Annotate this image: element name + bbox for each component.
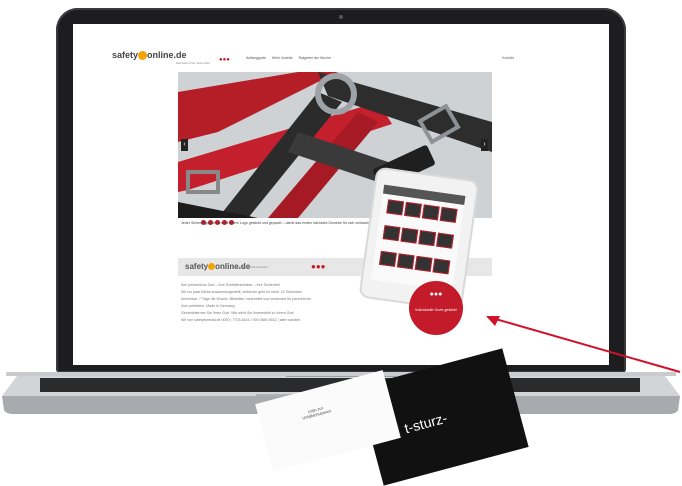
product-thumb[interactable] (400, 227, 419, 244)
site-logo[interactable]: safety online.de (112, 50, 187, 61)
webcam-icon (339, 15, 343, 19)
nav-item-ratgeber[interactable]: Ratgeber der Woche (299, 56, 331, 60)
product-thumb[interactable] (421, 204, 440, 221)
hero-next-button[interactable]: › (481, 139, 488, 151)
site-badge: ●●● (219, 57, 230, 63)
nav-item-vorteile[interactable]: Mehr Vorteile (272, 56, 293, 60)
body-line: Zum perfekten. Made in Germany. (181, 304, 236, 308)
band-badge: ●●● (311, 262, 326, 271)
site-tagline: Mehrwert Ihrer Sicherheit (176, 61, 210, 65)
product-thumb[interactable] (404, 201, 422, 218)
product-thumb[interactable] (379, 250, 397, 267)
logo-dot-icon (138, 51, 148, 61)
product-thumb[interactable] (436, 232, 454, 249)
site-logo-text: safety (112, 50, 139, 60)
product-thumb[interactable] (432, 258, 451, 275)
seal-icons: ●●● (429, 291, 443, 298)
site-logo-domain: online.de (147, 50, 187, 60)
nav-item-kontakt[interactable]: Kontakt (502, 56, 514, 60)
band-tagline: Besser Sicherheit beruflich (232, 265, 268, 269)
body-line: Gesamthiermer Sie Ihren Gurt. Wie sieht … (181, 311, 294, 315)
product-thumb[interactable] (414, 255, 433, 272)
hero-prev-button[interactable]: ‹ (181, 139, 188, 151)
product-thumb[interactable] (439, 206, 458, 223)
band-logo-text: safety (185, 262, 209, 271)
site-nav: Auffanggurte Mehr Vorteile Ratgeber der … (246, 56, 336, 60)
product-thumb[interactable] (386, 199, 405, 216)
product-thumb[interactable] (382, 225, 401, 242)
nav-item-auffanggurte[interactable]: Auffanggurte (246, 56, 266, 60)
red-arrow-icon (486, 316, 681, 373)
product-thumb[interactable] (418, 230, 437, 247)
quality-seal: ●●● Individuelle Gurte gestickt (409, 281, 463, 335)
phone-screen (370, 184, 466, 292)
body-line: Wir von safetyforestal.de 0000 | 7703-64… (181, 318, 300, 322)
seal-text: Individuelle Gurte gestickt (415, 308, 457, 312)
product-thumb[interactable] (396, 253, 415, 270)
